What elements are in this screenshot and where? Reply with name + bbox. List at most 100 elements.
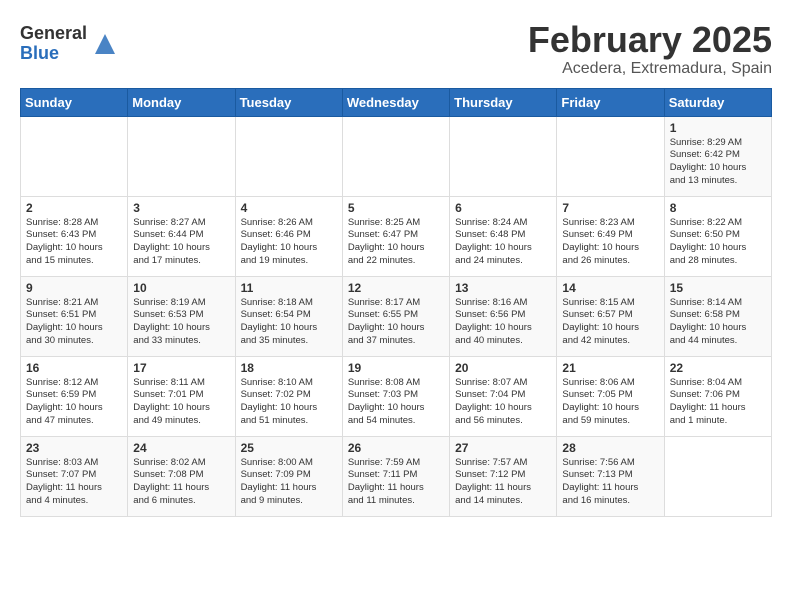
day-info: Sunrise: 8:25 AM Sunset: 6:47 PM Dayligh…: [348, 217, 444, 268]
day-info: Sunrise: 8:06 AM Sunset: 7:05 PM Dayligh…: [562, 377, 658, 428]
weekday-header-sunday: Sunday: [21, 88, 128, 116]
calendar-week-row: 16Sunrise: 8:12 AM Sunset: 6:59 PM Dayli…: [21, 356, 772, 436]
day-info: Sunrise: 8:23 AM Sunset: 6:49 PM Dayligh…: [562, 217, 658, 268]
day-info: Sunrise: 8:18 AM Sunset: 6:54 PM Dayligh…: [241, 297, 337, 348]
day-info: Sunrise: 8:17 AM Sunset: 6:55 PM Dayligh…: [348, 297, 444, 348]
day-number: 9: [26, 281, 122, 295]
day-info: Sunrise: 8:04 AM Sunset: 7:06 PM Dayligh…: [670, 377, 766, 428]
logo-general-text: General: [20, 24, 87, 44]
calendar-cell: 23 Sunrise: 8:03 AM Sunset: 7:07 PM Dayli…: [21, 436, 128, 516]
day-number: 11: [241, 281, 337, 295]
weekday-header-monday: Monday: [128, 88, 235, 116]
calendar-cell: 27 Sunrise: 7:57 AM Sunset: 7:12 PM Dayli…: [450, 436, 557, 516]
day-info: Sunrise: 8:29 AM Sunset: 6:42 PM Dayligh…: [670, 137, 766, 188]
day-info: Sunrise: 7:57 AM Sunset: 7:12 PM Dayligh…: [455, 457, 551, 508]
weekday-header-thursday: Thursday: [450, 88, 557, 116]
calendar-week-row: 2 Sunrise: 8:28 AM Sunset: 6:43 PM Daylig…: [21, 196, 772, 276]
calendar-cell: 4 Sunrise: 8:26 AM Sunset: 6:46 PM Daylig…: [235, 196, 342, 276]
weekday-header-friday: Friday: [557, 88, 664, 116]
calendar-cell: 17Sunrise: 8:11 AM Sunset: 7:01 PM Dayli…: [128, 356, 235, 436]
calendar-week-row: 1 Sunrise: 8:29 AM Sunset: 6:42 PM Daylig…: [21, 116, 772, 196]
day-number: 19: [348, 361, 444, 375]
day-number: 24: [133, 441, 229, 455]
day-info: Sunrise: 8:24 AM Sunset: 6:48 PM Dayligh…: [455, 217, 551, 268]
calendar-cell: 3Sunrise: 8:27 AM Sunset: 6:44 PM Daylig…: [128, 196, 235, 276]
day-number: 12: [348, 281, 444, 295]
day-number: 7: [562, 201, 658, 215]
calendar-cell: [235, 116, 342, 196]
day-info: Sunrise: 8:14 AM Sunset: 6:58 PM Dayligh…: [670, 297, 766, 348]
calendar-cell: [21, 116, 128, 196]
calendar-cell: 26Sunrise: 7:59 AM Sunset: 7:11 PM Dayli…: [342, 436, 449, 516]
calendar-cell: 22 Sunrise: 8:04 AM Sunset: 7:06 PM Dayli…: [664, 356, 771, 436]
day-number: 4: [241, 201, 337, 215]
day-number: 2: [26, 201, 122, 215]
calendar-cell: 10 Sunrise: 8:19 AM Sunset: 6:53 PM Dayli…: [128, 276, 235, 356]
day-number: 22: [670, 361, 766, 375]
calendar-cell: 12 Sunrise: 8:17 AM Sunset: 6:55 PM Dayli…: [342, 276, 449, 356]
day-number: 28: [562, 441, 658, 455]
day-info: Sunrise: 8:28 AM Sunset: 6:43 PM Dayligh…: [26, 217, 122, 268]
calendar-cell: 15Sunrise: 8:14 AM Sunset: 6:58 PM Dayli…: [664, 276, 771, 356]
day-number: 6: [455, 201, 551, 215]
calendar-cell: 25 Sunrise: 8:00 AM Sunset: 7:09 PM Dayli…: [235, 436, 342, 516]
page-header: General Blue February 2025 Acedera, Extr…: [20, 20, 772, 78]
calendar-week-row: 9 Sunrise: 8:21 AM Sunset: 6:51 PM Daylig…: [21, 276, 772, 356]
calendar-cell: [557, 116, 664, 196]
weekday-header-row: SundayMondayTuesdayWednesdayThursdayFrid…: [21, 88, 772, 116]
day-number: 20: [455, 361, 551, 375]
day-number: 10: [133, 281, 229, 295]
day-number: 1: [670, 121, 766, 135]
day-number: 5: [348, 201, 444, 215]
calendar-cell: 1 Sunrise: 8:29 AM Sunset: 6:42 PM Daylig…: [664, 116, 771, 196]
day-info: Sunrise: 8:02 AM Sunset: 7:08 PM Dayligh…: [133, 457, 229, 508]
day-number: 8: [670, 201, 766, 215]
day-info: Sunrise: 8:00 AM Sunset: 7:09 PM Dayligh…: [241, 457, 337, 508]
day-info: Sunrise: 8:21 AM Sunset: 6:51 PM Dayligh…: [26, 297, 122, 348]
calendar-cell: 2 Sunrise: 8:28 AM Sunset: 6:43 PM Daylig…: [21, 196, 128, 276]
calendar-cell: [664, 436, 771, 516]
day-number: 21: [562, 361, 658, 375]
calendar-cell: 8Sunrise: 8:22 AM Sunset: 6:50 PM Daylig…: [664, 196, 771, 276]
day-info: Sunrise: 8:10 AM Sunset: 7:02 PM Dayligh…: [241, 377, 337, 428]
logo: General Blue: [20, 24, 119, 64]
day-info: Sunrise: 8:11 AM Sunset: 7:01 PM Dayligh…: [133, 377, 229, 428]
day-number: 13: [455, 281, 551, 295]
day-info: Sunrise: 8:26 AM Sunset: 6:46 PM Dayligh…: [241, 217, 337, 268]
calendar-week-row: 23 Sunrise: 8:03 AM Sunset: 7:07 PM Dayli…: [21, 436, 772, 516]
calendar-cell: 14Sunrise: 8:15 AM Sunset: 6:57 PM Dayli…: [557, 276, 664, 356]
title-section: February 2025 Acedera, Extremadura, Spai…: [528, 20, 772, 78]
day-info: Sunrise: 8:03 AM Sunset: 7:07 PM Dayligh…: [26, 457, 122, 508]
month-title: February 2025: [528, 20, 772, 60]
day-number: 23: [26, 441, 122, 455]
calendar-cell: 6 Sunrise: 8:24 AM Sunset: 6:48 PM Daylig…: [450, 196, 557, 276]
day-number: 26: [348, 441, 444, 455]
weekday-header-wednesday: Wednesday: [342, 88, 449, 116]
calendar-cell: 9 Sunrise: 8:21 AM Sunset: 6:51 PM Daylig…: [21, 276, 128, 356]
calendar-cell: [128, 116, 235, 196]
logo-blue-text: Blue: [20, 44, 87, 64]
calendar-cell: 7 Sunrise: 8:23 AM Sunset: 6:49 PM Daylig…: [557, 196, 664, 276]
day-number: 18: [241, 361, 337, 375]
day-info: Sunrise: 8:08 AM Sunset: 7:03 PM Dayligh…: [348, 377, 444, 428]
day-info: Sunrise: 8:19 AM Sunset: 6:53 PM Dayligh…: [133, 297, 229, 348]
day-info: Sunrise: 8:16 AM Sunset: 6:56 PM Dayligh…: [455, 297, 551, 348]
calendar-cell: 16Sunrise: 8:12 AM Sunset: 6:59 PM Dayli…: [21, 356, 128, 436]
day-info: Sunrise: 8:15 AM Sunset: 6:57 PM Dayligh…: [562, 297, 658, 348]
calendar-cell: 11 Sunrise: 8:18 AM Sunset: 6:54 PM Dayli…: [235, 276, 342, 356]
calendar-cell: 28Sunrise: 7:56 AM Sunset: 7:13 PM Dayli…: [557, 436, 664, 516]
weekday-header-saturday: Saturday: [664, 88, 771, 116]
calendar-cell: 5 Sunrise: 8:25 AM Sunset: 6:47 PM Daylig…: [342, 196, 449, 276]
day-number: 3: [133, 201, 229, 215]
logo-icon: [91, 30, 119, 58]
calendar-cell: 13 Sunrise: 8:16 AM Sunset: 6:56 PM Dayli…: [450, 276, 557, 356]
calendar-cell: 20Sunrise: 8:07 AM Sunset: 7:04 PM Dayli…: [450, 356, 557, 436]
day-info: Sunrise: 8:12 AM Sunset: 6:59 PM Dayligh…: [26, 377, 122, 428]
day-number: 25: [241, 441, 337, 455]
calendar-cell: 18 Sunrise: 8:10 AM Sunset: 7:02 PM Dayli…: [235, 356, 342, 436]
calendar-cell: 24 Sunrise: 8:02 AM Sunset: 7:08 PM Dayli…: [128, 436, 235, 516]
day-number: 27: [455, 441, 551, 455]
calendar-cell: 19 Sunrise: 8:08 AM Sunset: 7:03 PM Dayli…: [342, 356, 449, 436]
calendar-cell: [342, 116, 449, 196]
calendar-cell: 21 Sunrise: 8:06 AM Sunset: 7:05 PM Dayli…: [557, 356, 664, 436]
